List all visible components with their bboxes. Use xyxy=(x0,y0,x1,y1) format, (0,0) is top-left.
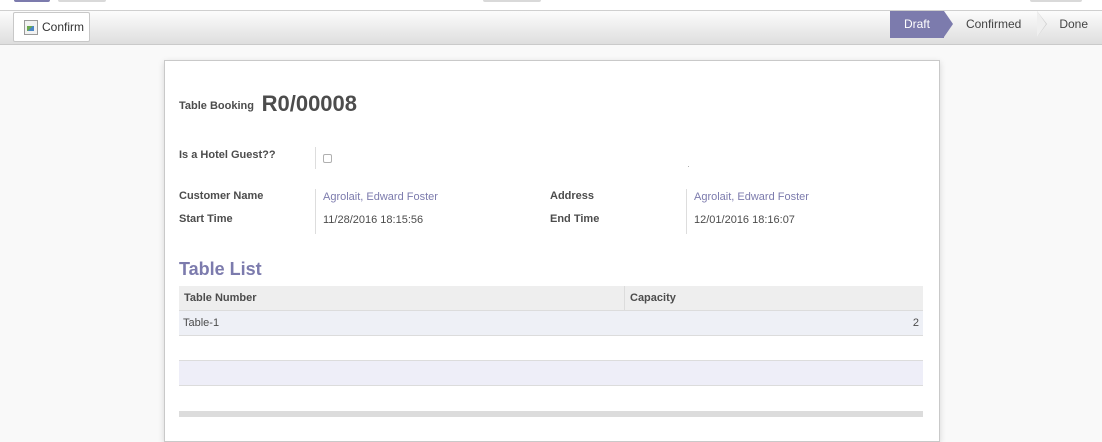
form-sheet: Table Booking R0/00008 Is a Hotel Guest?… xyxy=(164,60,940,442)
address-label: Address xyxy=(550,190,595,202)
empty-row xyxy=(179,360,923,386)
stage-arrow-icon xyxy=(943,11,953,37)
confirm-button[interactable]: Confirm xyxy=(13,12,90,42)
empty-row xyxy=(179,335,923,361)
table-number-cell[interactable]: Table-1 xyxy=(179,310,625,336)
table-list-heading: Table List xyxy=(179,259,262,279)
stage-draft[interactable]: Draft xyxy=(889,11,953,38)
column-header-capacity[interactable]: Capacity xyxy=(624,286,923,311)
top-navbar-strip xyxy=(0,0,1102,11)
nav-button[interactable] xyxy=(14,0,50,2)
table-header-row: Table Number Capacity xyxy=(179,286,923,311)
address-link[interactable]: Agrolait, Edward Foster xyxy=(694,191,809,203)
start-time-value: 11/28/2016 18:15:56 xyxy=(323,214,424,226)
hotel-guest-checkbox[interactable] xyxy=(323,154,332,163)
nav-button[interactable] xyxy=(58,0,106,2)
field-divider xyxy=(315,189,316,234)
table-row[interactable]: Table-1 2 xyxy=(179,310,923,336)
page-title: Table Booking R0/00008 xyxy=(179,91,357,117)
column-header-table-number[interactable]: Table Number xyxy=(179,286,625,311)
nav-button[interactable] xyxy=(483,0,541,2)
customer-name-link[interactable]: Agrolait, Edward Foster xyxy=(323,191,438,203)
start-time-label: Start Time xyxy=(179,213,233,225)
booking-reference: R0/00008 xyxy=(261,91,358,116)
end-time-value: 12/01/2016 18:16:07 xyxy=(694,214,795,226)
hotel-guest-label: Is a Hotel Guest?? xyxy=(179,149,276,161)
stage-label: Draft xyxy=(903,17,930,31)
broken-image-icon xyxy=(23,19,39,35)
chevron-right-icon-fill xyxy=(1037,11,1047,37)
field-separator-dot xyxy=(688,166,689,167)
capacity-cell[interactable]: 2 xyxy=(624,310,923,336)
stage-pipeline: Draft Confirmed Done xyxy=(889,11,1102,38)
nav-button[interactable] xyxy=(1030,0,1082,2)
stage-label: Confirmed xyxy=(965,17,1022,31)
table-footer-bar xyxy=(179,411,923,417)
title-label: Table Booking xyxy=(179,100,254,112)
field-divider xyxy=(315,147,316,169)
customer-name-label: Customer Name xyxy=(179,190,264,202)
end-time-label: End Time xyxy=(550,213,600,225)
confirm-button-label: Confirm xyxy=(42,20,85,34)
table-list-grid: Table Number Capacity Table-1 2 xyxy=(179,286,923,386)
stage-label: Done xyxy=(1059,17,1088,31)
form-statusbar: Confirm Draft Confirmed Done xyxy=(0,11,1102,45)
stage-confirmed[interactable]: Confirmed xyxy=(944,11,1048,38)
field-divider xyxy=(686,189,687,234)
